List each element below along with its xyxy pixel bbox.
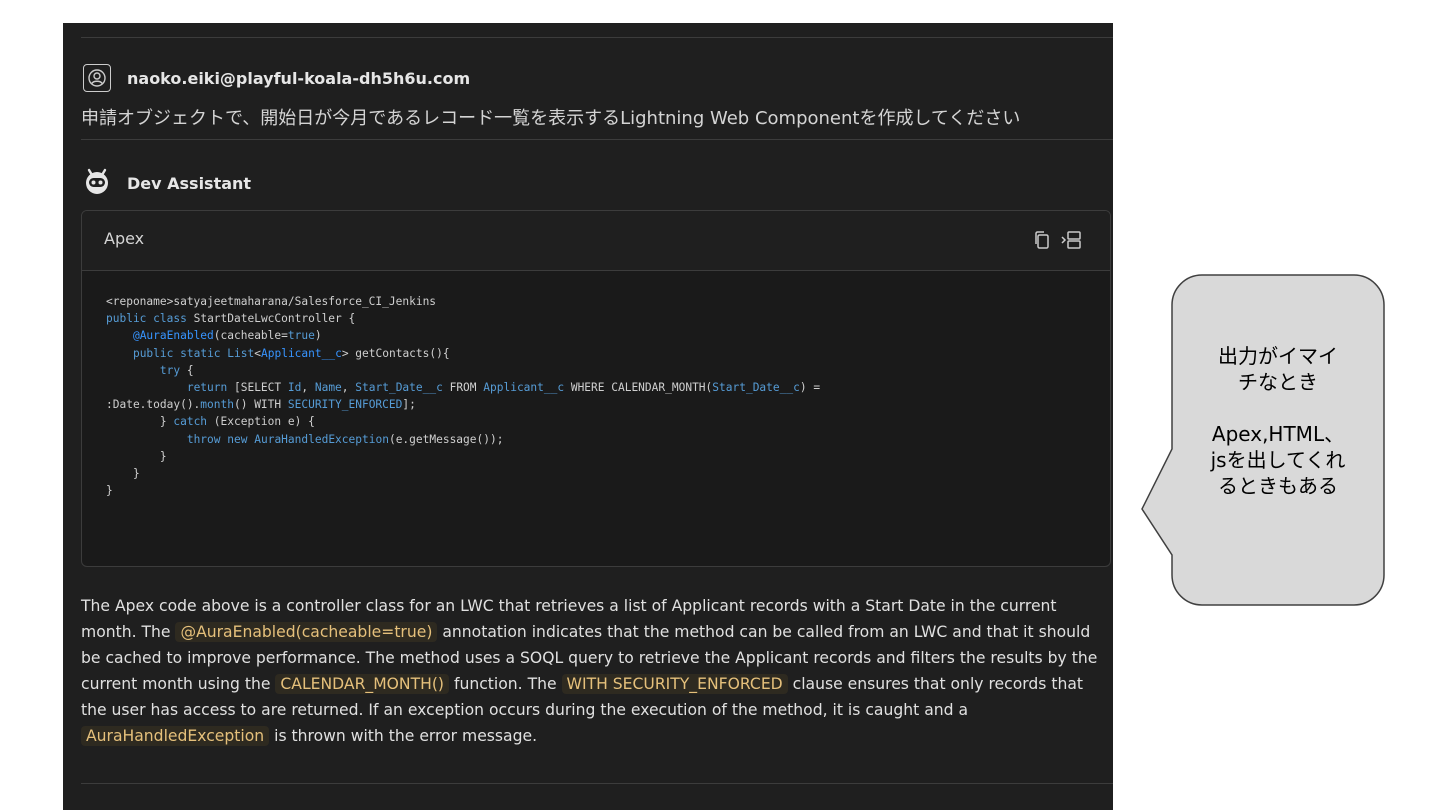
- assistant-message-header: Dev Assistant: [83, 168, 251, 198]
- user-email: naoko.eiki@playful-koala-dh5h6u.com: [127, 68, 471, 88]
- copy-icon[interactable]: [1031, 229, 1053, 251]
- code-line: public class StartDateLwcController {: [106, 312, 356, 326]
- assistant-explanation: The Apex code above is a controller clas…: [81, 597, 1098, 746]
- code-language-label: Apex: [104, 229, 145, 248]
- inline-code: CALENDAR_MONTH(): [275, 674, 450, 694]
- code-content: <reponame>satyajeetmaharana/Salesforce_C…: [82, 271, 1110, 499]
- inline-code: WITH SECURITY_ENFORCED: [561, 674, 788, 694]
- divider: [81, 139, 1113, 140]
- user-avatar-icon: [83, 64, 111, 92]
- code-line: try {: [159, 363, 194, 377]
- code-line: }: [106, 467, 140, 481]
- code-line: }: [106, 484, 113, 498]
- code-line: throw new AuraHandledException(e.getMess…: [186, 432, 504, 446]
- code-line: :Date.today().month() WITH SECURITY_ENFO…: [106, 398, 416, 412]
- insert-into-editor-icon[interactable]: [1060, 229, 1082, 251]
- chat-panel: naoko.eiki@playful-koala-dh5h6u.com 申請オブ…: [63, 23, 1113, 810]
- code-block-header: Apex: [82, 211, 1110, 271]
- inline-code: AuraHandledException: [81, 726, 270, 746]
- user-message-header: naoko.eiki@playful-koala-dh5h6u.com: [83, 63, 470, 93]
- code-line: }: [106, 449, 167, 463]
- divider: [81, 37, 1113, 38]
- callout-text: 出力がイマイ チなとき Apex,HTML、 jsを出してくれ るときもある: [1210, 344, 1346, 498]
- divider: [81, 783, 1113, 784]
- code-line: public static List<Applicant__c> getCont…: [132, 346, 450, 360]
- code-line: @AuraEnabled(cacheable=true): [132, 329, 322, 343]
- code-block: Apex <reponame>satyajeetmaharana/Salesfo…: [81, 210, 1111, 567]
- user-prompt-text: 申請オブジェクトで、開始日が今月であるレコード一覧を表示するLightning …: [81, 108, 1021, 129]
- assistant-name: Dev Assistant: [127, 173, 252, 193]
- assistant-avatar-icon: [83, 167, 111, 199]
- code-line: <reponame>satyajeetmaharana/Salesforce_C…: [106, 295, 437, 308]
- inline-code: @AuraEnabled(cacheable=true): [175, 622, 438, 642]
- code-line: } catch (Exception e) {: [106, 415, 315, 429]
- code-line: return [SELECT Id, Name, Start_Date__c F…: [186, 381, 821, 395]
